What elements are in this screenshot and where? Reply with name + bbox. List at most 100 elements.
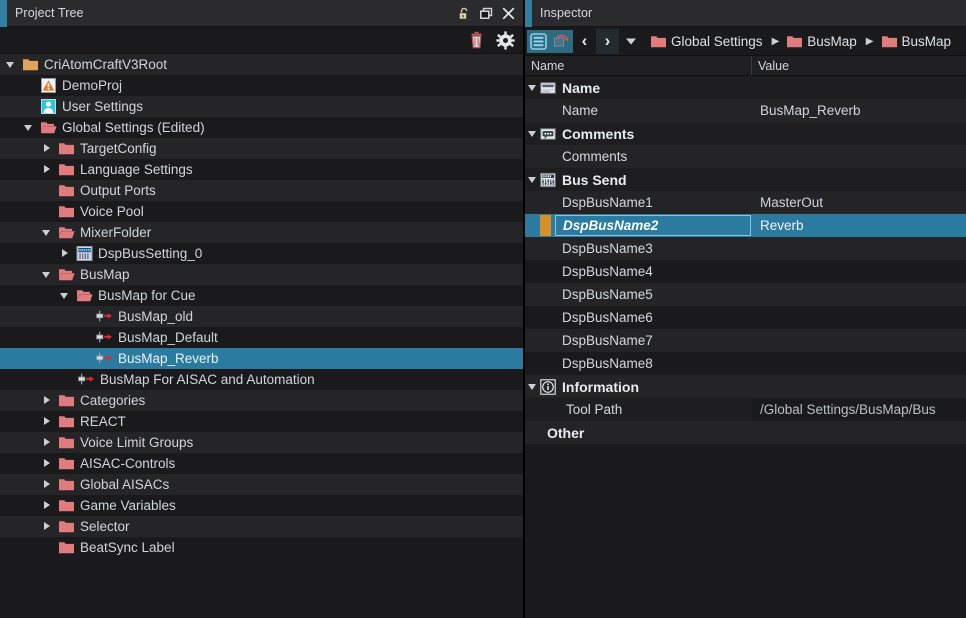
breadcrumb-item-busmap[interactable]: BusMap [881,33,951,50]
chevron-down-icon[interactable] [619,29,642,54]
inspector-name-edit-box[interactable]: DspBusName2 [555,215,751,236]
tree-item-global-settings-edited[interactable]: Global Settings (Edited) [0,117,523,138]
close-icon[interactable] [501,6,516,21]
chevron-down-icon[interactable] [525,375,540,398]
list-view-icon[interactable] [527,29,550,53]
chevron-down-icon[interactable] [525,168,540,191]
chevron-right-icon[interactable] [42,437,53,448]
nav-back-button[interactable]: ‹ [573,29,596,54]
inspector-row-dspbusname7[interactable]: DspBusName7 [525,329,966,352]
inspector-group-other[interactable]: Other [525,421,966,444]
tree-item-label: BusMap for Cue [98,288,196,303]
inspector-row-dspbusname2[interactable]: DspBusName2 Reverb [525,214,966,237]
chevron-down-icon[interactable] [42,227,53,238]
tree-item-user-settings[interactable]: User Settings [0,96,523,117]
inspector-row-comments[interactable]: Comments [525,145,966,168]
tree-item-output-ports[interactable]: Output Ports [0,180,523,201]
inspector-row-value[interactable]: MasterOut [760,195,823,210]
chevron-down-icon[interactable] [6,59,17,70]
inspector-group-information[interactable]: Information [525,375,966,398]
inspector-group-bus-send[interactable]: Bus Send [525,168,966,191]
column-header-value[interactable]: Value [752,56,966,75]
inspector-group-comments[interactable]: Comments [525,122,966,145]
tree-item-react[interactable]: REACT [0,411,523,432]
tree-item-voice-pool[interactable]: Voice Pool [0,201,523,222]
tree-item-demoproj[interactable]: DemoProj [0,75,523,96]
tree-item-dspbussetting-0[interactable]: DspBusSetting_0 [0,243,523,264]
chevron-right-icon[interactable] [42,500,53,511]
chevron-right-icon[interactable] [42,458,53,469]
inspector-row-dspbusname5[interactable]: DspBusName5 [525,283,966,306]
delete-icon[interactable] [467,31,486,50]
inspector-row-dspbusname3[interactable]: DspBusName3 [525,237,966,260]
tree-item-criatomcraftv3root[interactable]: CriAtomCraftV3Root [0,54,523,75]
tree-item-label: BusMap [80,267,130,282]
breadcrumb-label: BusMap [807,33,857,49]
folder-open-red-icon [58,224,75,241]
tree-item-categories[interactable]: Categories [0,390,523,411]
chevron-right-icon[interactable] [60,248,71,259]
chevron-down-icon[interactable] [42,269,53,280]
chevron-right-icon[interactable] [42,416,53,427]
tree-item-busmap-default[interactable]: BusMap_Default [0,327,523,348]
inspector-row-dspbusname4[interactable]: DspBusName4 [525,260,966,283]
chevron-down-icon[interactable] [525,122,540,145]
tree-item-beatsync-label[interactable]: BeatSync Label [0,537,523,558]
chevron-down-icon[interactable] [60,290,71,301]
tree-item-targetconfig[interactable]: TargetConfig [0,138,523,159]
tree-item-global-aisacs[interactable]: Global AISACs [0,474,523,495]
tree-item-busmap-for-aisac-and-automation[interactable]: BusMap For AISAC and Automation [0,369,523,390]
project-tree-list[interactable]: CriAtomCraftV3Root DemoProj User Settings G… [0,54,523,618]
chevron-down-icon[interactable] [525,76,540,99]
chevron-right-icon[interactable] [42,143,53,154]
lock-icon[interactable] [457,6,472,21]
restore-icon[interactable] [479,6,494,21]
inspector-row-tool-path[interactable]: Tool Path/Global Settings/BusMap/Bus [525,398,966,421]
inspector-row-value[interactable]: BusMap_Reverb [760,103,861,118]
user-icon-icon [40,98,57,115]
chevron-right-icon[interactable] [42,395,53,406]
tree-item-aisac-controls[interactable]: AISAC-Controls [0,453,523,474]
inspector-row-dspbusname1[interactable]: DspBusName1 MasterOut [525,191,966,214]
tree-item-busmap-reverb[interactable]: BusMap_Reverb [0,348,523,369]
folder-red-icon [58,455,75,472]
tree-item-busmap[interactable]: BusMap [0,264,523,285]
inspector-group-name[interactable]: Name [525,76,966,99]
inspector-row-label: DspBusName6 [562,310,653,325]
tree-item-game-variables[interactable]: Game Variables [0,495,523,516]
tree-arrow-spacer [78,332,89,343]
chevron-down-icon[interactable] [24,122,35,133]
tree-item-selector[interactable]: Selector [0,516,523,537]
chevron-right-icon[interactable] [42,521,53,532]
tree-item-voice-limit-groups[interactable]: Voice Limit Groups [0,432,523,453]
settings-icon[interactable] [496,30,515,50]
inspector-row-dspbusname6[interactable]: DspBusName6 [525,306,966,329]
inspector-row-name[interactable]: Name BusMap_Reverb [525,99,966,122]
inspector-row-value[interactable]: Reverb [760,218,804,233]
inspector-property-list[interactable]: Name Name BusMap_Reverb Comments Comments Bus… [525,76,966,618]
chevron-right-icon[interactable] [42,479,53,490]
tree-item-mixerfolder[interactable]: MixerFolder [0,222,523,243]
revert-icon[interactable] [550,29,573,53]
nav-forward-button[interactable]: › [596,28,619,54]
column-header-name[interactable]: Name [525,56,752,75]
breadcrumb-item-busmap[interactable]: BusMap [786,33,857,50]
inspector-row-dspbusname8[interactable]: DspBusName8 [525,352,966,375]
tree-item-busmap-for-cue[interactable]: BusMap for Cue [0,285,523,306]
breadcrumb-item-global-settings[interactable]: Global Settings [650,33,763,50]
chevron-right-icon[interactable] [42,164,53,175]
tree-arrow-spacer [60,374,71,385]
inspector-title-bar: Inspector [525,0,966,27]
tree-item-label: REACT [80,414,126,429]
inspector-row-label: DspBusName4 [562,264,653,279]
tree-item-label: Language Settings [80,162,193,177]
tree-item-busmap-old[interactable]: BusMap_old [0,306,523,327]
tree-item-language-settings[interactable]: Language Settings [0,159,523,180]
